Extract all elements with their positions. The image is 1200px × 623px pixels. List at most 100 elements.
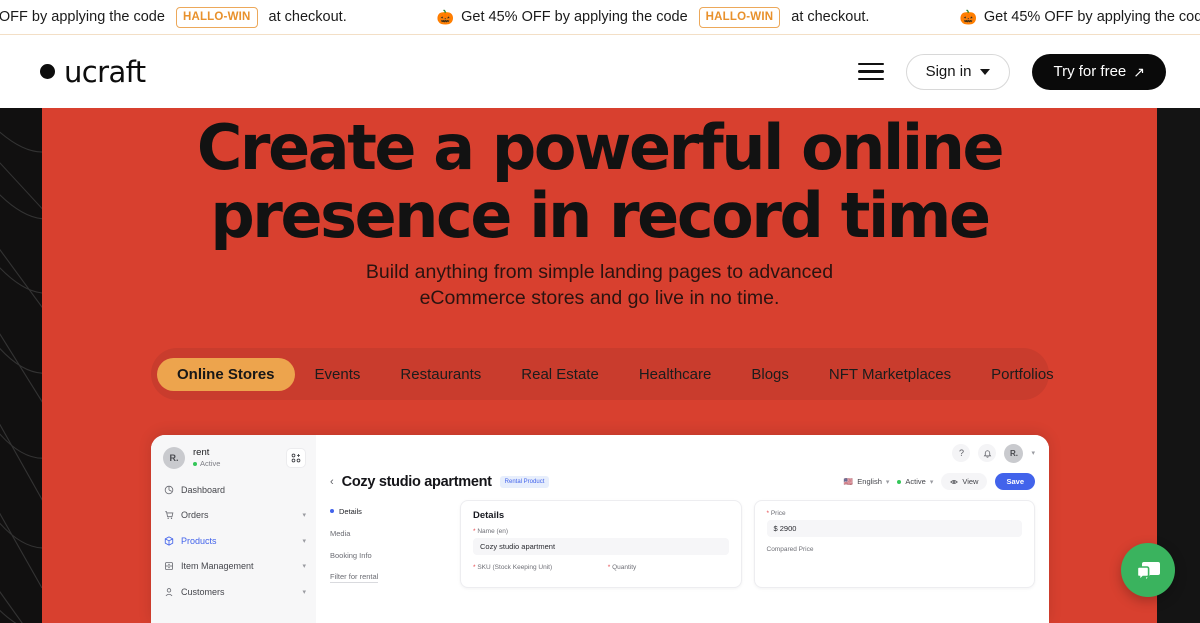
orders-icon xyxy=(163,510,174,521)
back-chevron-icon[interactable]: ‹ xyxy=(330,476,334,488)
view-label: View xyxy=(962,477,979,486)
chevron-down-icon: ▾ xyxy=(302,512,306,520)
spiderweb-decoration-left xyxy=(0,108,42,623)
product-sub-nav: Details Media Booking Info Filter for re… xyxy=(330,500,448,588)
required-marker: * xyxy=(473,528,476,535)
tab-blogs[interactable]: Blogs xyxy=(731,358,809,391)
sku-field-group: * SKU (Stock Keeping Unit) xyxy=(473,564,594,574)
chevron-down-icon: ▾ xyxy=(302,537,306,545)
mockup-main: ? R. ▾ ‹ Cozy studio apartment Rental Pr… xyxy=(316,435,1049,623)
required-marker: * xyxy=(473,564,476,571)
sub-nav-item-filter-for-rental[interactable]: Filter for rental xyxy=(330,566,448,588)
status-badge: Rental Product xyxy=(499,475,550,488)
chevron-down-icon[interactable]: ▾ xyxy=(1031,449,1035,457)
logo-dot-icon xyxy=(40,64,55,79)
view-button[interactable]: View xyxy=(941,473,988,490)
name-input[interactable]: Cozy studio apartment xyxy=(473,538,729,555)
hero-title-line2: presence in record time xyxy=(210,179,991,253)
sub-nav-item-booking-info[interactable]: Booking Info xyxy=(330,544,448,566)
dark-edge-right xyxy=(1157,108,1200,623)
pumpkin-icon: 🎃 xyxy=(436,9,455,25)
details-card-title: Details xyxy=(473,510,505,521)
mockup-sidebar: R. rent Active Dashboard Orders ▾ Produc… xyxy=(151,435,316,623)
pricing-card: * Price $ 2900 Compared Price xyxy=(753,500,1035,588)
hamburger-icon[interactable] xyxy=(857,62,884,81)
dashboard-icon xyxy=(163,484,174,495)
chevron-down-icon: ▾ xyxy=(885,478,890,486)
status-dot-icon xyxy=(897,479,902,484)
tab-events[interactable]: Events xyxy=(295,358,381,391)
sub-nav-label: Filter for rental xyxy=(330,571,379,583)
promo-text-before: Get 45% OFF by applying the code xyxy=(0,9,165,25)
chat-widget-button[interactable] xyxy=(1121,543,1175,597)
sub-nav-item-details[interactable]: Details xyxy=(330,500,448,522)
bell-icon[interactable] xyxy=(978,444,997,462)
tab-real-estate[interactable]: Real Estate xyxy=(501,358,619,391)
user-avatar[interactable]: R. xyxy=(1004,443,1024,463)
promo-text-before: Get 45% OFF by applying the code xyxy=(983,9,1200,25)
tab-portfolios[interactable]: Portfolios xyxy=(971,358,1074,391)
tab-online-stores[interactable]: Online Stores xyxy=(157,357,295,391)
sub-nav-item-media[interactable]: Media xyxy=(330,522,448,544)
products-icon xyxy=(163,535,174,546)
price-field-label: * Price xyxy=(767,510,1023,517)
flag-icon: 🇺🇸 xyxy=(843,477,854,486)
spiderweb-svg xyxy=(0,131,42,623)
sidebar-item-item-management[interactable]: Item Management ▾ xyxy=(151,554,316,580)
tab-restaurants[interactable]: Restaurants xyxy=(380,358,501,391)
sidebar-item-products[interactable]: Products ▾ xyxy=(151,528,316,554)
header-actions: Sign in Try for free ↗ xyxy=(857,53,1166,90)
landing-page: 🎃 Get 45% OFF by applying the code HALLO… xyxy=(0,0,1200,623)
promo-item: 🎃 Get 45% OFF by applying the code HALLO… xyxy=(436,6,960,28)
mockup-topbar-actions: ? R. ▾ xyxy=(952,443,1035,463)
chevron-down-icon xyxy=(980,68,991,75)
mockup-topbar: ? R. ▾ xyxy=(316,435,1049,471)
hero-subtitle-line1: Build anything from simple landing pages… xyxy=(365,261,834,283)
save-button[interactable]: Save xyxy=(995,473,1035,490)
sign-in-button[interactable]: Sign in xyxy=(905,53,1011,90)
apps-grid-svg xyxy=(291,453,301,463)
customers-icon xyxy=(163,586,174,597)
tab-healthcare[interactable]: Healthcare xyxy=(619,358,732,391)
required-marker: * xyxy=(607,564,611,571)
chevron-down-icon: ▾ xyxy=(302,588,306,596)
price-input[interactable]: $ 2900 xyxy=(766,520,1022,537)
promo-item: 🎃 Get 45% OFF by applying the code HALLO… xyxy=(0,6,437,28)
sidebar-item-orders[interactable]: Orders ▾ xyxy=(151,503,316,529)
hero-subtitle-line2: eCommerce stores and go live in no time. xyxy=(419,286,780,309)
promo-code-badge[interactable]: HALLO-WIN xyxy=(698,6,781,28)
store-status: Active xyxy=(193,459,220,468)
name-label-text: Name (en) xyxy=(477,528,509,535)
status-dot-icon xyxy=(193,461,197,466)
try-for-free-button[interactable]: Try for free ↗ xyxy=(1032,53,1166,90)
app-mockup: R. rent Active Dashboard Orders ▾ Produc… xyxy=(151,435,1049,623)
sidebar-item-label: Dashboard xyxy=(181,484,226,495)
sidebar-item-customers[interactable]: Customers ▾ xyxy=(151,579,316,605)
sidebar-item-dashboard[interactable]: Dashboard xyxy=(151,477,316,503)
help-icon[interactable]: ? xyxy=(952,444,971,462)
site-header: ucraft Sign in Try for free ↗ xyxy=(0,35,1200,108)
apps-grid-icon[interactable] xyxy=(286,448,306,468)
logo-wordmark: ucraft xyxy=(64,54,146,89)
compared-price-label: Compared Price xyxy=(766,546,814,553)
details-card: Details * Name (en) Cozy studio apartmen… xyxy=(460,500,742,588)
sidebar-item-label: Customers xyxy=(181,586,225,597)
ucraft-logo[interactable]: ucraft xyxy=(40,55,146,89)
sidebar-item-label: Orders xyxy=(181,510,209,521)
chevron-down-icon: ▾ xyxy=(302,563,306,571)
tab-nft-marketplaces[interactable]: NFT Marketplaces xyxy=(809,358,971,391)
quantity-field-group: * Quantity xyxy=(608,564,729,574)
promo-item: 🎃 Get 45% OFF by applying the code HALLO… xyxy=(959,7,1200,28)
try-for-free-label: Try for free xyxy=(1053,63,1127,80)
hero-section: Create a powerful online presence in rec… xyxy=(42,108,1157,623)
sidebar-item-label: Products xyxy=(181,535,217,546)
store-switcher[interactable]: R. rent Active xyxy=(151,435,316,477)
language-selector[interactable]: 🇺🇸 English ▾ xyxy=(844,477,889,486)
price-field-group: * Price $ 2900 xyxy=(766,510,1023,537)
promo-code-badge[interactable]: HALLO-WIN xyxy=(175,6,258,28)
hero-title-line1: Create a powerful online xyxy=(196,111,1005,184)
pumpkin-icon: 🎃 xyxy=(959,9,977,25)
name-field-label: * Name (en) xyxy=(473,528,729,535)
price-label-text: Price xyxy=(770,510,786,517)
status-selector[interactable]: Active ▾ xyxy=(897,477,933,486)
